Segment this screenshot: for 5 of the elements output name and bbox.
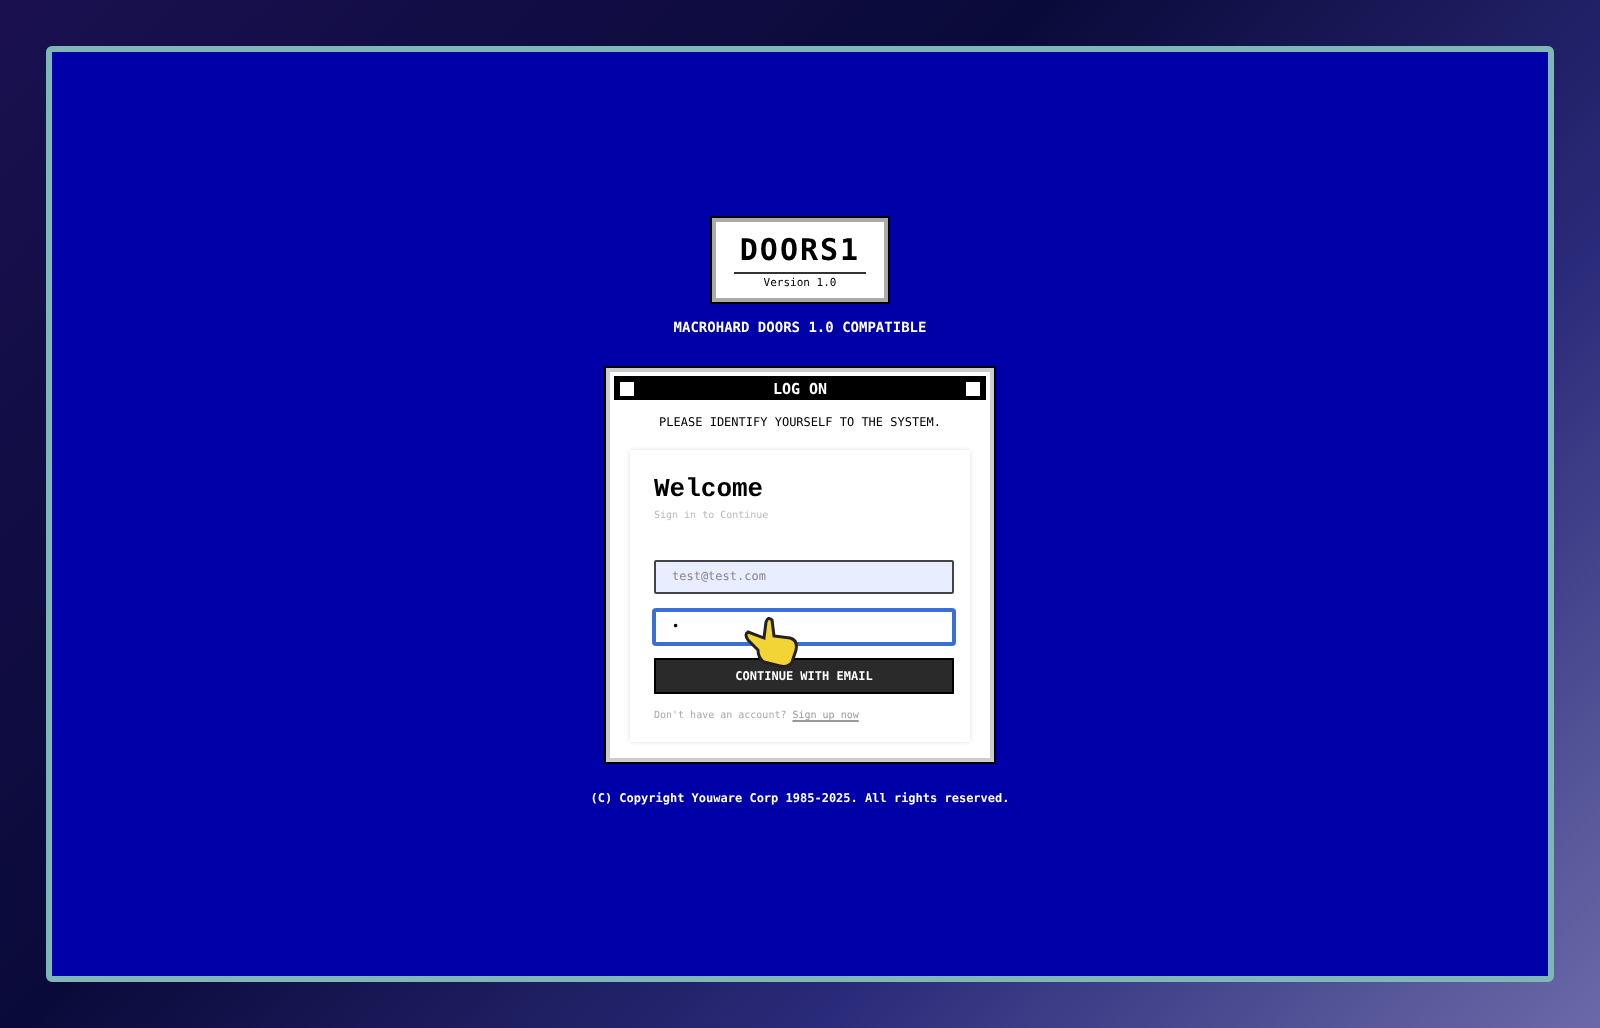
maximize-icon[interactable]	[966, 381, 980, 395]
logo-title: DOORS1	[733, 232, 867, 274]
window-menu-icon[interactable]	[620, 381, 634, 395]
pointer-hand-icon	[742, 614, 802, 670]
welcome-heading: Welcome	[654, 474, 766, 504]
